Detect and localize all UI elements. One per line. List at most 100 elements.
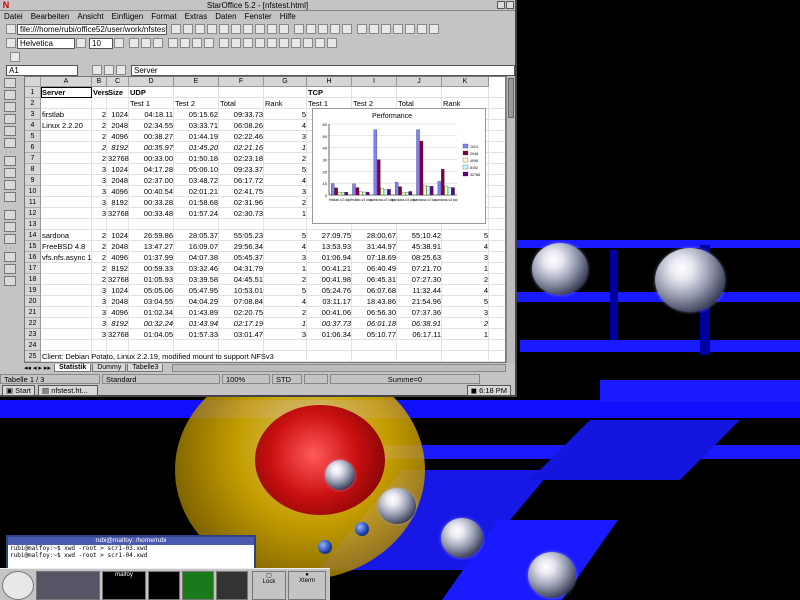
table-cell[interactable]: 55:10.42 (397, 230, 442, 241)
table-cell[interactable]: 2 (442, 318, 489, 329)
table-cell[interactable]: 1 (264, 263, 307, 274)
table-cell[interactable]: 1 (264, 142, 307, 153)
autospellcheck-icon[interactable] (4, 180, 16, 190)
table-cell[interactable]: 1024 (107, 230, 129, 241)
table-cell[interactable]: 13:53.93 (307, 241, 352, 252)
row-header[interactable]: 6 (25, 142, 41, 153)
table-cell[interactable]: 03:32.46 (174, 263, 219, 274)
table-cell[interactable]: 32768 (107, 153, 129, 164)
select-all-corner[interactable] (25, 77, 41, 87)
table-cell[interactable]: 07:27.30 (397, 274, 442, 285)
save-icon[interactable] (255, 24, 265, 34)
table-cell[interactable]: 01:58.68 (174, 197, 219, 208)
table-cell[interactable]: 3 (442, 307, 489, 318)
outdent-icon[interactable] (291, 38, 301, 48)
table-cell[interactable]: 1024 (107, 164, 129, 175)
table-cell[interactable]: 02:30.73 (219, 208, 264, 219)
clock-icon[interactable] (2, 571, 34, 600)
table-cell[interactable]: 05:10.77 (352, 329, 397, 340)
table-cell[interactable]: Client: Debian Potato, Linux 2.2.19, mod… (41, 351, 275, 362)
selected-cell[interactable] (41, 87, 92, 98)
cell-reference-field[interactable]: A1 (6, 64, 78, 76)
row-header[interactable]: 22 (25, 318, 41, 329)
table-cell[interactable]: 03:39.58 (174, 274, 219, 285)
sort-ascending-icon[interactable] (4, 210, 16, 220)
table-cell[interactable]: 04:31.79 (219, 263, 264, 274)
row-header[interactable]: 10 (25, 186, 41, 197)
pager[interactable] (36, 571, 100, 600)
table-cell[interactable]: 3 (92, 164, 107, 175)
italic-icon[interactable] (141, 38, 151, 48)
table-cell[interactable]: 2 (92, 263, 107, 274)
justify-icon[interactable] (204, 38, 214, 48)
table-cell[interactable]: 3 (264, 131, 307, 142)
redo-icon[interactable] (342, 24, 352, 34)
table-cell[interactable]: 06:38.91 (397, 318, 442, 329)
table-cell[interactable]: 01:05.93 (129, 274, 174, 285)
reload-icon[interactable] (207, 24, 217, 34)
row-header[interactable]: 11 (25, 197, 41, 208)
table-cell[interactable]: 1024 (107, 109, 129, 120)
table-cell[interactable]: 26:59.86 (129, 230, 174, 241)
table-cell[interactable]: 3 (92, 318, 107, 329)
table-cell[interactable]: 3 (92, 285, 107, 296)
font-color-icon[interactable] (327, 38, 337, 48)
table-cell[interactable]: 2 (264, 274, 307, 285)
table-cell[interactable]: 10:53.01 (219, 285, 264, 296)
table-cell[interactable]: 02:23.18 (219, 153, 264, 164)
table-cell[interactable]: 00:59.33 (129, 263, 174, 274)
table-cell[interactable]: 31:44.97 (352, 241, 397, 252)
table-cell[interactable]: 02:22.46 (219, 131, 264, 142)
insert-icon[interactable] (4, 78, 16, 88)
table-cell[interactable]: 5 (442, 296, 489, 307)
menu-bearbeiten[interactable]: Bearbeiten (31, 12, 70, 21)
table-cell[interactable]: 00:40.54 (129, 186, 174, 197)
table-cell[interactable]: 2 (92, 109, 107, 120)
table-cell[interactable]: 00:41.06 (307, 307, 352, 318)
table-cell[interactable]: 01:44.19 (174, 131, 219, 142)
row-header[interactable]: 16 (25, 252, 41, 263)
table-cell[interactable]: 06:01.18 (352, 318, 397, 329)
row-header[interactable]: 8 (25, 164, 41, 175)
table-cell[interactable]: 3 (92, 197, 107, 208)
function-autopilot-icon[interactable] (92, 65, 102, 75)
row-header[interactable]: 25 (25, 351, 41, 362)
table-cell[interactable]: 5 (264, 230, 307, 241)
table-cell[interactable]: 01:06.34 (307, 329, 352, 340)
home-icon[interactable] (219, 24, 229, 34)
table-cell[interactable]: 02:37.00 (129, 175, 174, 186)
table-cell[interactable]: 00:35.97 (129, 142, 174, 153)
table-cell[interactable]: 02:21.16 (219, 142, 264, 153)
table-cell[interactable]: 4 (442, 241, 489, 252)
table-cell[interactable]: 5 (264, 285, 307, 296)
table-cell[interactable]: 2 (264, 197, 307, 208)
table-cell[interactable]: 01:06.94 (307, 252, 352, 263)
table-cell[interactable]: TCP (307, 87, 324, 98)
open-icon[interactable] (243, 24, 253, 34)
table-cell[interactable]: 05:05.06 (129, 285, 174, 296)
explorer-icon[interactable] (405, 24, 415, 34)
row-header[interactable]: 2 (25, 98, 41, 109)
table-cell[interactable]: 03:33.71 (174, 120, 219, 131)
minimize-button[interactable] (497, 1, 505, 9)
table-cell[interactable]: 03:11.17 (307, 296, 352, 307)
menu-ansicht[interactable]: Ansicht (77, 12, 103, 21)
table-cell[interactable]: 4 (264, 175, 307, 186)
table-cell[interactable]: 00:33.00 (129, 153, 174, 164)
bold-icon[interactable] (129, 38, 139, 48)
table-cell[interactable]: sardona (41, 230, 70, 241)
new-icon[interactable] (231, 24, 241, 34)
start-button[interactable]: ▣ Start (2, 385, 36, 396)
insert-object-icon[interactable] (4, 102, 16, 112)
table-cell[interactable]: 3 (92, 208, 107, 219)
table-cell[interactable]: 07:37.36 (397, 307, 442, 318)
table-cell[interactable]: 13:47.27 (129, 241, 174, 252)
column-header[interactable]: H (307, 77, 352, 87)
row-header[interactable]: 9 (25, 175, 41, 186)
insert-table-icon[interactable] (4, 264, 16, 274)
table-cell[interactable]: 00:32.24 (129, 318, 174, 329)
undo-icon[interactable] (330, 24, 340, 34)
percent-icon[interactable] (231, 38, 241, 48)
table-cell[interactable]: 07:21.70 (397, 263, 442, 274)
table-cell[interactable]: 02:31.96 (219, 197, 264, 208)
